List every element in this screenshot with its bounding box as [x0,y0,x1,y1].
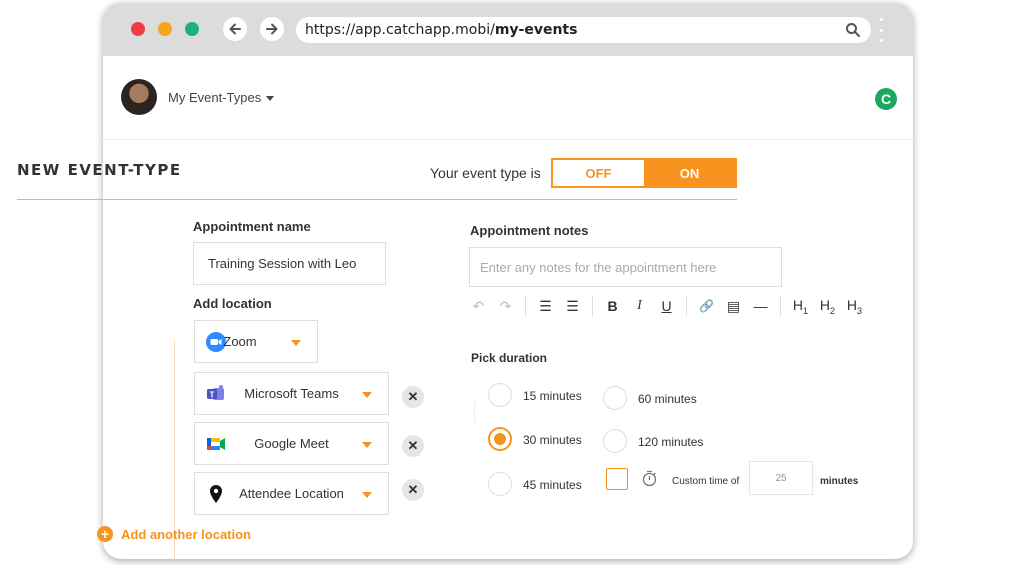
remove-location-button[interactable]: ✕ [402,386,424,408]
underline-icon[interactable]: U [653,298,680,314]
toggle-off-option[interactable]: OFF [553,160,644,186]
add-another-location-button[interactable]: + Add another location [97,526,251,542]
link-icon[interactable]: 🔗 [693,299,720,313]
location-label: Google Meet [254,436,329,451]
italic-icon[interactable]: I [626,298,653,314]
redo-icon[interactable]: ↷ [492,298,519,315]
heading-3-icon[interactable]: H3 [841,297,868,316]
divider [17,199,737,200]
horizontal-rule-icon[interactable]: — [747,298,774,314]
heading-2-icon[interactable]: H2 [814,297,841,316]
browser-chrome: https://app.catchapp.mobi/my-events [103,3,913,56]
toolbar-separator [592,296,593,316]
custom-time-label: Custom time of [672,476,740,487]
duration-15-radio[interactable] [488,383,512,407]
add-another-location-label: Add another location [121,526,251,542]
caret-down-icon [266,96,275,102]
rich-text-toolbar: ↶ ↷ ☰ ☰ B I U 🔗 ▤ — H1 H2 H3 [465,295,868,317]
toolbar-separator [525,296,526,316]
remove-location-button[interactable]: ✕ [402,479,424,501]
location-label: Microsoft Teams [244,386,339,401]
primary-location-select[interactable]: Zoom [194,320,318,363]
duration-45-label: 45 minutes [523,478,582,492]
bold-icon[interactable]: B [599,298,626,314]
toggle-on-option[interactable]: ON [644,160,735,186]
arrow-right-icon [266,23,278,35]
event-types-label: My Event-Types [168,90,262,105]
pick-duration-label: Pick duration [471,351,548,365]
appointment-notes-label: Appointment notes [470,223,589,238]
guide-tick [474,402,475,422]
app-topnav: My Event-Types C [103,56,913,140]
duration-120-radio[interactable] [603,429,627,453]
location-select-teams[interactable]: T Microsoft Teams [194,372,389,415]
duration-30-radio[interactable] [488,427,512,451]
back-button[interactable] [223,17,247,41]
status-label: Your event type is [430,165,541,181]
duration-45-radio[interactable] [488,472,512,496]
appointment-name-label: Appointment name [193,219,311,234]
event-status-toggle[interactable]: OFF ON [551,158,737,188]
heading-letter: H [792,296,804,313]
maximize-window-button[interactable] [185,22,199,36]
address-bar[interactable]: https://app.catchapp.mobi/my-events [296,17,871,43]
duration-15-label: 15 minutes [523,389,582,403]
heading-letter: H [846,296,858,313]
heading-level: 3 [857,305,863,316]
appointment-notes-input[interactable]: Enter any notes for the appointment here [469,247,782,287]
undo-icon[interactable]: ↶ [465,298,492,315]
bullet-list-icon[interactable]: ☰ [559,298,586,315]
stopwatch-icon [642,470,657,487]
document-icon[interactable]: ▤ [720,298,747,315]
toolbar-separator [780,296,781,316]
duration-60-radio[interactable] [603,386,627,410]
kebab-menu-icon[interactable] [878,18,884,42]
duration-60-label: 60 minutes [638,392,697,406]
toolbar-separator [686,296,687,316]
heading-letter: H [819,296,831,313]
heading-level: 2 [830,305,836,316]
appointment-name-input[interactable]: Training Session with Leo [193,242,386,285]
dropdown-caret-icon [362,491,372,498]
url-path: my-events [494,22,578,38]
ordered-list-icon[interactable]: ☰ [532,298,559,315]
brand-logo-icon[interactable]: C [875,88,897,110]
heading-1-icon[interactable]: H1 [787,297,814,316]
primary-location-label: Zoom [223,334,257,349]
custom-time-checkbox[interactable] [606,468,628,490]
location-label: Attendee Location [239,486,344,501]
duration-30-label: 30 minutes [523,433,582,447]
dropdown-caret-icon [291,339,301,346]
duration-120-label: 120 minutes [638,435,704,449]
page-title: NEW EVENT-TYPE [17,161,182,179]
location-select-meet[interactable]: Google Meet [194,422,389,465]
minimize-window-button[interactable] [158,22,172,36]
plus-circle-icon: + [97,526,113,542]
custom-time-input[interactable]: 25 [749,461,813,495]
dropdown-caret-icon [362,441,372,448]
dropdown-caret-icon [362,391,372,398]
url-prefix: https://app.catchapp.mobi/ [305,22,495,38]
forward-button[interactable] [260,17,284,41]
custom-time-unit: minutes [820,476,859,487]
add-location-label: Add location [193,296,272,311]
event-types-menu[interactable]: My Event-Types [168,90,275,105]
avatar[interactable] [121,79,157,115]
location-select-attendee[interactable]: Attendee Location [194,472,389,515]
close-window-button[interactable] [131,22,145,36]
search-icon[interactable] [845,22,861,38]
heading-level: 1 [803,305,809,316]
arrow-left-icon [229,23,241,35]
remove-location-button[interactable]: ✕ [402,435,424,457]
